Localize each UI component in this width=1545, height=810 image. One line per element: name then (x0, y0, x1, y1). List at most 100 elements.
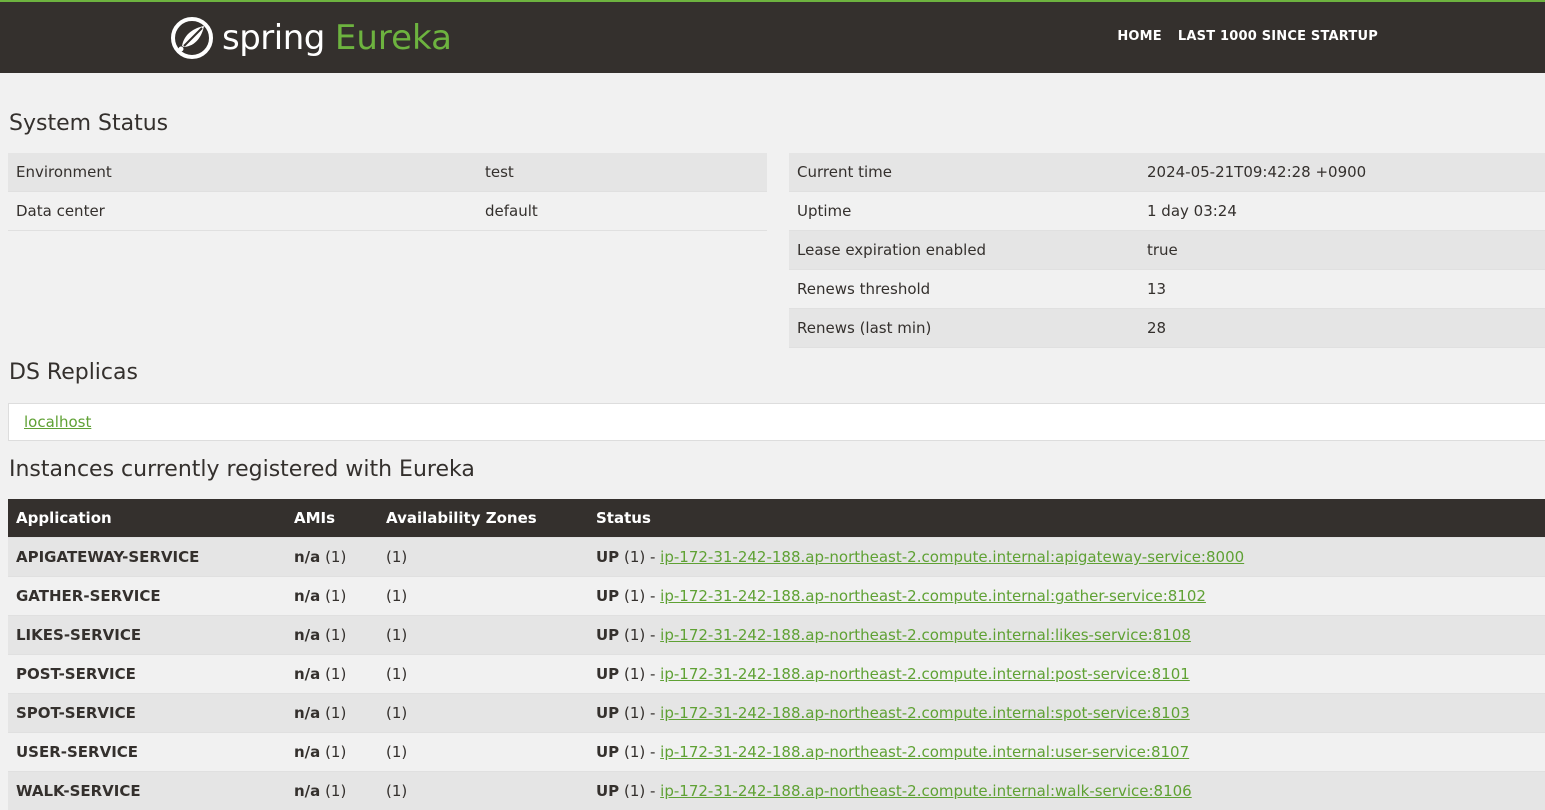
brand-eureka-text: Eureka (335, 21, 452, 55)
table-row: USER-SERVICE n/a (1) (1) UP (1) - ip-172… (8, 733, 1545, 772)
replica-list: localhost (8, 403, 1545, 441)
table-row: Lease expiration enabled true (789, 231, 1545, 270)
status-count: (1) - (624, 743, 660, 761)
status-up: UP (596, 704, 619, 722)
availability-zones-cell: (1) (378, 655, 588, 694)
status-up: UP (596, 743, 619, 761)
instance-link[interactable]: ip-172-31-242-188.ap-northeast-2.compute… (660, 626, 1191, 644)
availability-zones-cell: (1) (378, 538, 588, 577)
application-name: WALK-SERVICE (8, 772, 286, 810)
status-cell: UP (1) - ip-172-31-242-188.ap-northeast-… (588, 733, 1545, 772)
status-key: Current time (789, 153, 1139, 192)
system-status-heading: System Status (9, 111, 168, 136)
table-row: Renews threshold 13 (789, 270, 1545, 309)
instances-heading: Instances currently registered with Eure… (9, 457, 475, 482)
status-key: Renews threshold (789, 270, 1139, 309)
ami-value: n/a (294, 704, 320, 722)
table-row: SPOT-SERVICE n/a (1) (1) UP (1) - ip-172… (8, 694, 1545, 733)
instance-link[interactable]: ip-172-31-242-188.ap-northeast-2.compute… (660, 743, 1189, 761)
table-row: Renews (last min) 28 (789, 309, 1545, 348)
brand-logo-link[interactable]: spring Eureka (170, 15, 452, 61)
nav-home-link[interactable]: HOME (1117, 29, 1162, 44)
ami-count: (1) (325, 587, 346, 605)
status-key: Lease expiration enabled (789, 231, 1139, 270)
header-availability-zones: Availability Zones (378, 499, 588, 538)
instance-link[interactable]: ip-172-31-242-188.ap-northeast-2.compute… (660, 665, 1190, 683)
status-count: (1) - (624, 704, 660, 722)
status-count: (1) - (624, 626, 660, 644)
ami-count: (1) (325, 704, 346, 722)
amis-cell: n/a (1) (286, 616, 378, 655)
nav-last1000-link[interactable]: LAST 1000 SINCE STARTUP (1178, 29, 1378, 44)
application-name: SPOT-SERVICE (8, 694, 286, 733)
application-name: LIKES-SERVICE (8, 616, 286, 655)
amis-cell: n/a (1) (286, 733, 378, 772)
status-key: Data center (8, 192, 477, 231)
ami-count: (1) (325, 665, 346, 683)
table-row: GATHER-SERVICE n/a (1) (1) UP (1) - ip-1… (8, 577, 1545, 616)
status-cell: UP (1) - ip-172-31-242-188.ap-northeast-… (588, 772, 1545, 810)
application-name: APIGATEWAY-SERVICE (8, 538, 286, 577)
status-up: UP (596, 782, 619, 800)
status-cell: UP (1) - ip-172-31-242-188.ap-northeast-… (588, 538, 1545, 577)
status-cell: UP (1) - ip-172-31-242-188.ap-northeast-… (588, 577, 1545, 616)
status-count: (1) - (624, 665, 660, 683)
table-header-row: Application AMIs Availability Zones Stat… (8, 499, 1545, 538)
amis-cell: n/a (1) (286, 538, 378, 577)
ami-value: n/a (294, 665, 320, 683)
application-name: USER-SERVICE (8, 733, 286, 772)
ami-count: (1) (325, 743, 346, 761)
availability-zones-cell: (1) (378, 577, 588, 616)
status-value: 1 day 03:24 (1139, 192, 1545, 231)
status-cell: UP (1) - ip-172-31-242-188.ap-northeast-… (588, 694, 1545, 733)
table-row: Data center default (8, 192, 767, 231)
amis-cell: n/a (1) (286, 694, 378, 733)
system-status-left-table: Environment test Data center default (8, 153, 767, 231)
table-row: Current time 2024-05-21T09:42:28 +0900 (789, 153, 1545, 192)
ami-count: (1) (325, 548, 346, 566)
status-up: UP (596, 626, 619, 644)
header-amis: AMIs (286, 499, 378, 538)
table-row: POST-SERVICE n/a (1) (1) UP (1) - ip-172… (8, 655, 1545, 694)
availability-zones-cell: (1) (378, 616, 588, 655)
table-row: Uptime 1 day 03:24 (789, 192, 1545, 231)
navbar: spring Eureka HOME LAST 1000 SINCE START… (0, 0, 1545, 73)
instance-link[interactable]: ip-172-31-242-188.ap-northeast-2.compute… (660, 548, 1244, 566)
brand-spring-text: spring (222, 21, 325, 55)
status-count: (1) - (624, 782, 660, 800)
status-value: true (1139, 231, 1545, 270)
table-row: WALK-SERVICE n/a (1) (1) UP (1) - ip-172… (8, 772, 1545, 810)
status-count: (1) - (624, 587, 660, 605)
status-up: UP (596, 587, 619, 605)
ami-count: (1) (325, 626, 346, 644)
replica-link-localhost[interactable]: localhost (24, 413, 91, 431)
status-cell: UP (1) - ip-172-31-242-188.ap-northeast-… (588, 655, 1545, 694)
status-value: default (477, 192, 767, 231)
ami-value: n/a (294, 587, 320, 605)
status-up: UP (596, 548, 619, 566)
ami-value: n/a (294, 782, 320, 800)
instance-link[interactable]: ip-172-31-242-188.ap-northeast-2.compute… (660, 587, 1206, 605)
instance-link[interactable]: ip-172-31-242-188.ap-northeast-2.compute… (660, 704, 1190, 722)
availability-zones-cell: (1) (378, 733, 588, 772)
ami-value: n/a (294, 743, 320, 761)
spring-leaf-icon (170, 16, 214, 60)
amis-cell: n/a (1) (286, 655, 378, 694)
amis-cell: n/a (1) (286, 772, 378, 810)
status-key: Renews (last min) (789, 309, 1139, 348)
instances-table: Application AMIs Availability Zones Stat… (8, 499, 1545, 810)
header-status: Status (588, 499, 1545, 538)
status-count: (1) - (624, 548, 660, 566)
table-row: LIKES-SERVICE n/a (1) (1) UP (1) - ip-17… (8, 616, 1545, 655)
status-key: Uptime (789, 192, 1139, 231)
status-cell: UP (1) - ip-172-31-242-188.ap-northeast-… (588, 616, 1545, 655)
application-name: POST-SERVICE (8, 655, 286, 694)
status-value: 28 (1139, 309, 1545, 348)
availability-zones-cell: (1) (378, 772, 588, 810)
status-key: Environment (8, 153, 477, 192)
table-row: Environment test (8, 153, 767, 192)
availability-zones-cell: (1) (378, 694, 588, 733)
status-value: 13 (1139, 270, 1545, 309)
instance-link[interactable]: ip-172-31-242-188.ap-northeast-2.compute… (660, 782, 1192, 800)
ami-count: (1) (325, 782, 346, 800)
